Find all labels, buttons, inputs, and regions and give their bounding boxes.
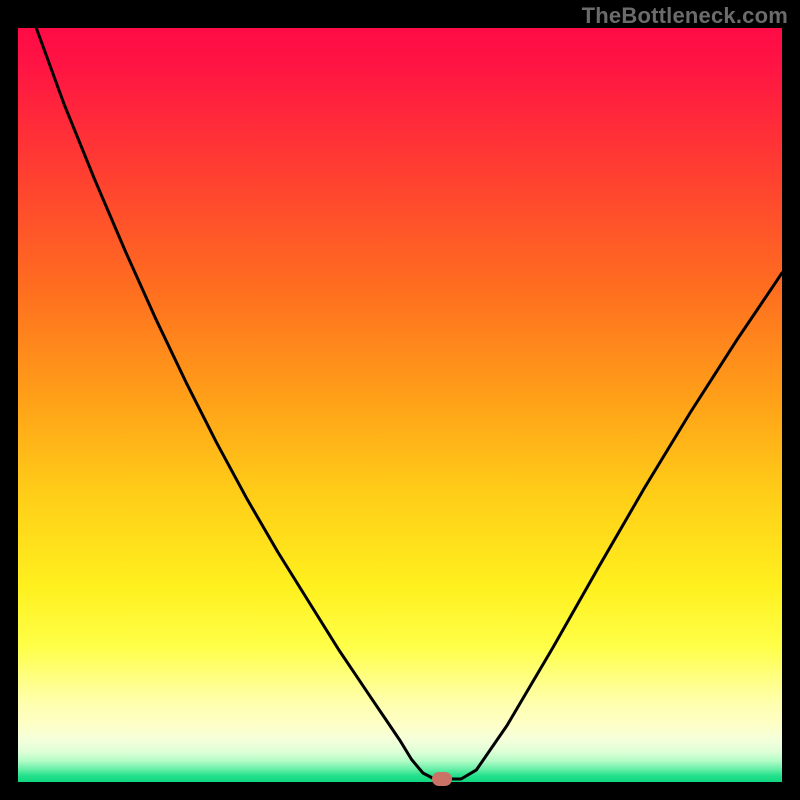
- attribution-text: TheBottleneck.com: [582, 3, 788, 29]
- bottleneck-curve: [18, 28, 782, 782]
- chart-container: TheBottleneck.com: [0, 0, 800, 800]
- bottleneck-marker: [432, 772, 452, 786]
